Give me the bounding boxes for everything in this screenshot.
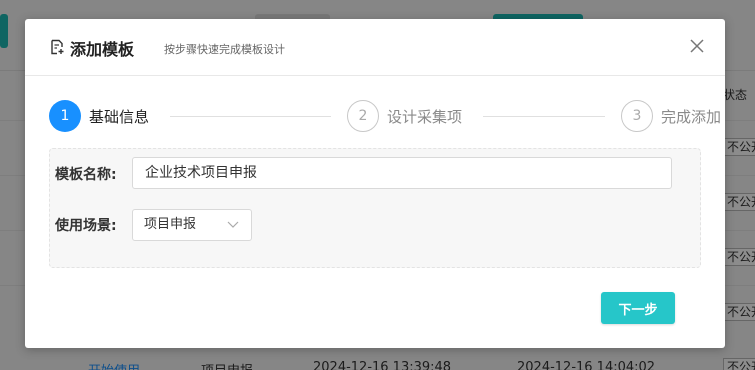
step-number: 3 (621, 100, 653, 132)
modal-title: 添加模板 (70, 40, 135, 59)
step-number: 1 (49, 100, 81, 132)
basic-info-form: 模板名称: 企业技术项目申报 使用场景: 项目申报 (49, 148, 701, 268)
step-label: 完成添加 (661, 107, 722, 126)
step-design-fields: 2 设计采集项 (347, 100, 462, 132)
step-label: 基础信息 (89, 107, 150, 126)
modal-header: 添加模板 按步骤快速完成模板设计 (25, 19, 725, 76)
next-step-button[interactable]: 下一步 (601, 292, 675, 324)
modal-subtitle: 按步骤快速完成模板设计 (164, 43, 285, 56)
add-template-modal: 添加模板 按步骤快速完成模板设计 1 基础信息 2 设计采集项 3 完成添加 模… (25, 19, 725, 348)
usage-scene-select[interactable]: 项目申报 (132, 209, 252, 241)
step-label: 设计采集项 (387, 107, 463, 126)
step-connector (483, 116, 605, 117)
add-document-icon (51, 39, 64, 55)
template-name-input[interactable]: 企业技术项目申报 (132, 157, 672, 189)
step-connector (170, 116, 331, 117)
template-name-label: 模板名称: (55, 167, 117, 183)
step-progress: 1 基础信息 2 设计采集项 3 完成添加 (49, 100, 721, 134)
usage-scene-value: 项目申报 (144, 217, 197, 232)
close-icon[interactable] (690, 39, 704, 53)
chevron-down-icon (227, 221, 239, 228)
step-basic-info: 1 基础信息 (49, 100, 149, 132)
step-finish: 3 完成添加 (621, 100, 721, 132)
usage-scene-label: 使用场景: (55, 218, 117, 234)
step-number: 2 (347, 100, 379, 132)
